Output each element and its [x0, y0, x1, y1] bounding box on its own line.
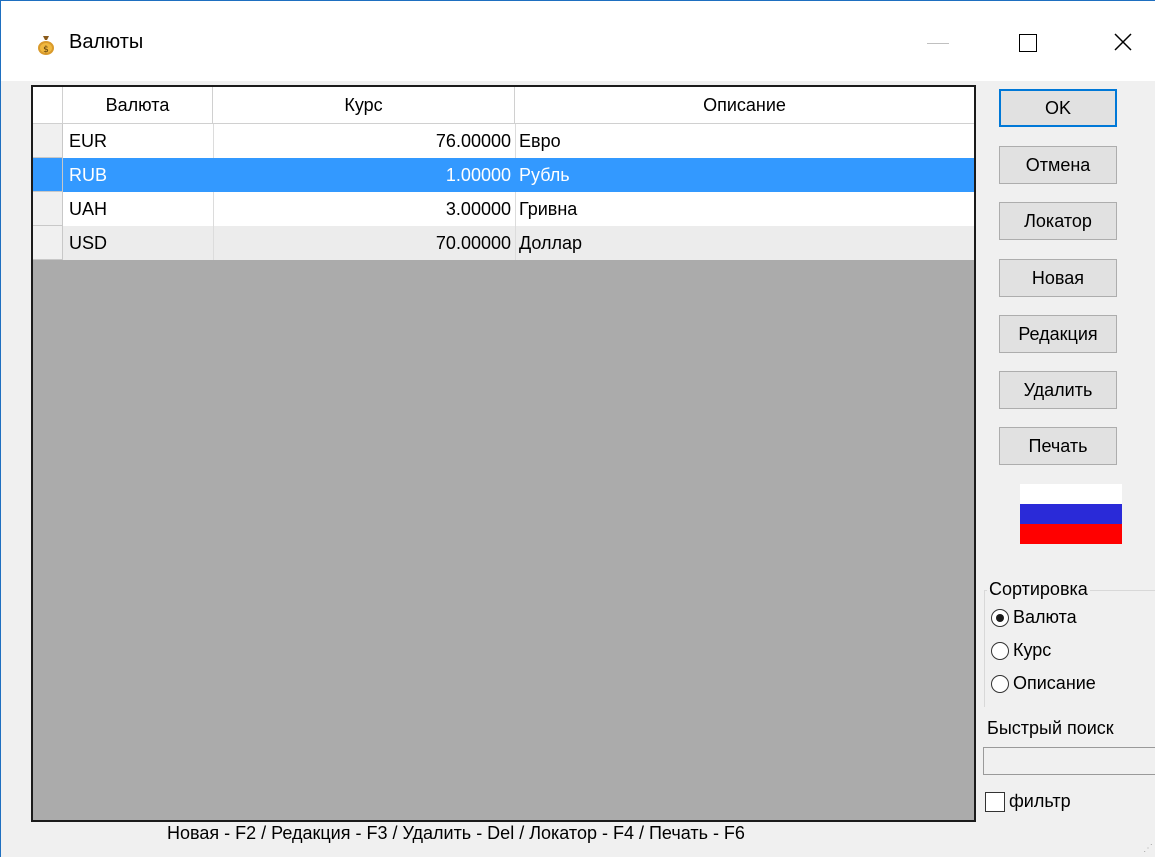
column-header-description[interactable]: Описание	[515, 87, 974, 123]
table-row[interactable]: UAH 3.00000 Гривна	[33, 192, 974, 226]
radio-icon	[991, 642, 1009, 661]
column-header-rate[interactable]: Курс	[213, 87, 515, 123]
column-header-currency[interactable]: Валюта	[63, 87, 213, 123]
ok-button[interactable]: OK	[999, 89, 1117, 127]
resize-grip-icon[interactable]: ⋰	[1143, 843, 1153, 855]
new-button[interactable]: Новая	[999, 259, 1117, 297]
sort-group-title: Сортировка	[987, 579, 1090, 600]
row-selector-header	[33, 87, 63, 123]
sort-option-currency[interactable]: Валюта	[991, 604, 1077, 630]
minimize-button[interactable]	[919, 23, 959, 63]
window-title: Валюты	[69, 31, 144, 53]
svg-text:$: $	[43, 45, 49, 55]
minimize-icon	[927, 43, 949, 44]
cell-rate: 76.00000	[435, 131, 511, 151]
cell-description: Евро	[519, 131, 561, 151]
row-selector[interactable]	[33, 124, 63, 158]
money-bag-icon: $	[38, 36, 54, 55]
quick-search-input[interactable]	[983, 747, 1155, 775]
currency-grid[interactable]: Валюта Курс Описание EUR 76.00000 Евро R…	[31, 85, 976, 822]
currencies-window: $ Валюты Валюта Курс Описание EUR 76.000…	[0, 0, 1155, 857]
row-selector[interactable]	[33, 192, 63, 226]
russia-flag-icon	[1020, 484, 1122, 544]
grid-header: Валюта Курс Описание	[33, 87, 974, 124]
radio-selected-icon	[991, 609, 1009, 628]
cell-rate: 3.00000	[445, 199, 511, 219]
cell-description: Доллар	[519, 233, 583, 253]
table-row-selected[interactable]: RUB 1.00000 Рубль	[33, 158, 974, 192]
sort-option-label: Курс	[1013, 640, 1052, 660]
row-selector[interactable]	[33, 158, 63, 192]
cell-rate: 70.00000	[435, 233, 511, 253]
close-icon	[1114, 33, 1132, 51]
maximize-button[interactable]	[1011, 23, 1051, 63]
row-selector[interactable]	[33, 226, 63, 260]
quick-search-label: Быстрый поиск	[987, 718, 1114, 738]
cell-currency: USD	[69, 233, 108, 253]
table-row[interactable]: EUR 76.00000 Евро	[33, 124, 974, 158]
checkbox-icon	[985, 792, 1005, 813]
filter-checkbox[interactable]: фильтр	[985, 791, 1071, 813]
sort-option-label: Валюта	[1013, 607, 1077, 627]
cancel-button[interactable]: Отмена	[999, 146, 1117, 184]
maximize-icon	[1019, 34, 1037, 52]
sort-option-label: Описание	[1013, 673, 1096, 693]
cell-currency: EUR	[69, 131, 108, 151]
sort-option-description[interactable]: Описание	[991, 670, 1096, 696]
filter-label: фильтр	[1009, 791, 1071, 811]
print-button[interactable]: Печать	[999, 427, 1117, 465]
cell-currency: UAH	[69, 199, 108, 219]
cell-currency: RUB	[69, 165, 108, 185]
cell-description: Гривна	[519, 199, 578, 219]
locator-button[interactable]: Локатор	[999, 202, 1117, 240]
table-row[interactable]: USD 70.00000 Доллар	[33, 226, 974, 260]
sort-option-rate[interactable]: Курс	[991, 637, 1051, 663]
edit-button[interactable]: Редакция	[999, 315, 1117, 353]
close-button[interactable]	[1103, 23, 1143, 63]
delete-button[interactable]: Удалить	[999, 371, 1117, 409]
radio-icon	[991, 675, 1009, 694]
cell-description: Рубль	[519, 165, 570, 185]
shortcut-hint: Новая - F2 / Редакция - F3 / Удалить - D…	[167, 823, 745, 843]
cell-rate: 1.00000	[445, 165, 511, 185]
title-bar: $ Валюты	[1, 1, 1155, 81]
